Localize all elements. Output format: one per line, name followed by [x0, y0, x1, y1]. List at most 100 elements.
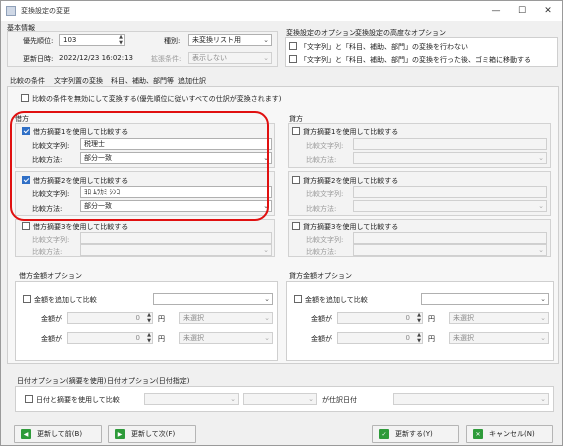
date-select-1[interactable]: ⌄: [144, 393, 239, 405]
ext-label: 拡張条件:: [151, 55, 182, 63]
credit2-method-select[interactable]: ⌄: [353, 200, 547, 212]
debit-amount2-input[interactable]: 0 ▲ ▼: [67, 332, 153, 344]
window: 変換設定の変更 — ☐ ✕ 基本情報 優先順位: 103 ▲ ▼ 種別: 未変換リ…: [0, 0, 563, 446]
credit2-str-input[interactable]: [353, 186, 547, 198]
chevron-down-icon: ⌄: [538, 154, 544, 162]
debit-amount1-input[interactable]: 0 ▲ ▼: [67, 312, 153, 324]
maximize-button[interactable]: ☐: [509, 1, 535, 21]
spinner-arrows-icon[interactable]: ▲ ▼: [147, 333, 151, 343]
debit2-method-select[interactable]: 部分一致 ⌄: [80, 200, 272, 212]
disable-all-checkbox[interactable]: [21, 94, 29, 102]
date-select-3[interactable]: ⌄: [393, 393, 549, 405]
minimize-button[interactable]: —: [483, 1, 509, 21]
debit-amount1-cond[interactable]: 未選択 ⌄: [179, 312, 273, 324]
credit-amount2-input[interactable]: 0 ▲ ▼: [337, 332, 423, 344]
minimize-icon: —: [491, 6, 501, 16]
update-prev-label: 更新して前(B): [37, 430, 83, 438]
spinner-arrows-icon[interactable]: ▲ ▼: [147, 313, 151, 323]
credit3-method-select[interactable]: ⌄: [353, 244, 547, 256]
spinner-arrows-icon[interactable]: ▲ ▼: [417, 333, 421, 343]
chevron-down-icon: ⌄: [263, 54, 269, 62]
credit-amount1-label: 金額が: [311, 315, 332, 323]
debit-amount-select[interactable]: ⌄: [153, 293, 273, 305]
tab-date-specified[interactable]: 日付オプション(日付指定): [107, 376, 189, 386]
close-button[interactable]: ✕: [535, 1, 561, 21]
tab-compare-conditions[interactable]: 比較の条件: [10, 76, 45, 86]
cancel-button[interactable]: ✕ キャンセル(N): [466, 425, 553, 443]
title-bar: 変換設定の変更 — ☐ ✕: [1, 1, 562, 21]
debit-amount1-value: 0: [135, 314, 140, 322]
check-icon: ✓: [379, 429, 389, 439]
credit-amount1-unit: 円: [428, 315, 435, 323]
updated-label: 更新日時:: [23, 55, 54, 63]
debit1-checkbox[interactable]: [22, 127, 30, 135]
kind-select[interactable]: 未変換リスト用 ⌄: [188, 34, 272, 46]
debit-amount-checkbox[interactable]: [23, 295, 31, 303]
spinner-arrows-icon[interactable]: ▲ ▼: [417, 313, 421, 323]
debit-amount2-unit: 円: [158, 335, 165, 343]
debit1-str-input[interactable]: 税理士: [80, 138, 272, 150]
debit3-method-select[interactable]: ⌄: [80, 244, 272, 256]
priority-value: 103: [63, 36, 77, 44]
credit1-method-label: 比較方法:: [306, 156, 337, 164]
debit1-check-label: 借方摘要1を使用して比較する: [33, 128, 129, 136]
priority-label: 優先順位:: [23, 37, 54, 45]
credit1-checkbox[interactable]: [292, 127, 300, 135]
update-next-button[interactable]: ▶ 更新して次(F): [108, 425, 196, 443]
arrow-right-icon: ▶: [115, 429, 125, 439]
credit2-check-label: 貸方摘要2を使用して比較する: [303, 177, 399, 185]
credit-amount1-value: 0: [405, 314, 410, 322]
kind-label: 種別:: [164, 37, 181, 45]
tab-additional-journal[interactable]: 追加仕訳: [178, 76, 206, 86]
chevron-down-icon: ⌄: [230, 395, 236, 403]
debit-amount2-label: 金額が: [41, 335, 62, 343]
tab-accounts[interactable]: 科目、補助、部門等: [111, 76, 174, 86]
debit1-str-value: 税理士: [84, 140, 105, 148]
debit3-str-label: 比較文字列:: [32, 236, 70, 244]
chevron-down-icon: ⌄: [538, 246, 544, 254]
credit-amount2-value: 0: [405, 334, 410, 342]
maximize-icon: ☐: [517, 6, 527, 16]
updated-value: 2022/12/23 16:02:13: [59, 54, 134, 62]
kind-value: 未変換リスト用: [192, 36, 241, 44]
credit-amount-select[interactable]: ⌄: [421, 293, 549, 305]
date-select-2[interactable]: ⌄: [243, 393, 317, 405]
priority-spinner[interactable]: 103 ▲ ▼: [59, 34, 125, 46]
ext-value: 表示しない: [192, 54, 227, 62]
chevron-down-icon: ⌄: [308, 395, 314, 403]
chevron-down-icon: ⌄: [540, 395, 546, 403]
chevron-down-icon: ⌄: [263, 246, 269, 254]
credit-amount1-input[interactable]: 0 ▲ ▼: [337, 312, 423, 324]
credit-amount1-cond[interactable]: 未選択 ⌄: [449, 312, 549, 324]
ext-select[interactable]: 表示しない ⌄: [188, 52, 272, 64]
opt1-label: 「文字列」と「科目、補助、部門」の変換を行わない: [300, 43, 468, 51]
credit3-check-label: 貸方摘要3を使用して比較する: [303, 223, 399, 231]
date-checkbox[interactable]: [25, 395, 33, 403]
debit-amount2-cond[interactable]: 未選択 ⌄: [179, 332, 273, 344]
debit3-check-label: 借方摘要3を使用して比較する: [33, 223, 129, 231]
debit2-checkbox[interactable]: [22, 176, 30, 184]
opt2-checkbox[interactable]: [289, 55, 297, 63]
spinner-arrows-icon[interactable]: ▲ ▼: [119, 35, 123, 45]
tab-date-summary[interactable]: 日付オプション(摘要を使用): [17, 376, 106, 386]
opt1-checkbox[interactable]: [289, 42, 297, 50]
chevron-down-icon: ⌄: [264, 314, 270, 322]
debit3-checkbox[interactable]: [22, 222, 30, 230]
debit3-str-input[interactable]: [80, 232, 272, 244]
credit-amount-checkbox[interactable]: [294, 295, 302, 303]
update-prev-button[interactable]: ◀ 更新して前(B): [14, 425, 102, 443]
credit3-str-input[interactable]: [353, 232, 547, 244]
update-button[interactable]: ✓ 更新する(Y): [372, 425, 459, 443]
debit2-method-label: 比較方法:: [32, 205, 63, 213]
credit3-checkbox[interactable]: [292, 222, 300, 230]
debit2-str-input[interactable]: ﾖﾛ ﾑﾗｶﾐ ｼﾝｺ: [80, 186, 272, 198]
credit2-checkbox[interactable]: [292, 176, 300, 184]
credit1-str-input[interactable]: [353, 138, 547, 150]
debit2-method-value: 部分一致: [84, 202, 112, 210]
credit-amount2-cond[interactable]: 未選択 ⌄: [449, 332, 549, 344]
debit1-method-select[interactable]: 部分一致 ⌄: [80, 152, 272, 164]
debit-amount2-cond-value: 未選択: [183, 334, 204, 342]
close-icon: ✕: [544, 6, 552, 16]
credit1-method-select[interactable]: ⌄: [353, 152, 547, 164]
tab-string-conversion[interactable]: 文字列置の変換: [54, 76, 103, 86]
